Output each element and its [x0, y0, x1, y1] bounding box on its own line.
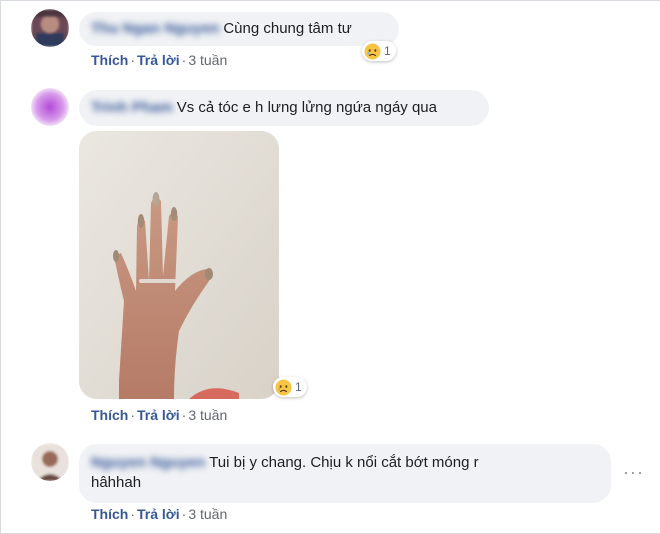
author-name[interactable]: Nguyen Nguyen [91, 453, 205, 473]
more-options-icon[interactable]: ··· [623, 462, 644, 483]
like-link[interactable]: Thích [91, 506, 128, 522]
comment-bubble: Thu Ngan Nguyen Cùng chung tâm tư [79, 12, 399, 46]
comment-bubble: Nguyen Nguyen Tui bị y chang. Chịu k nổi … [79, 444, 611, 503]
author-name[interactable]: Trinh Pham [91, 98, 173, 118]
like-link[interactable]: Thích [91, 407, 128, 423]
reply-link[interactable]: Trả lời [137, 506, 180, 522]
timestamp[interactable]: 3 tuần [188, 52, 227, 68]
timestamp[interactable]: 3 tuần [188, 407, 227, 423]
comment-text: Tui bị y chang. Chịu k nổi cắt bớt móng … [209, 454, 479, 471]
comment-bubble: Trinh Pham Vs cả tóc e h lưng lửng ngứa n… [79, 90, 489, 126]
reply-link[interactable]: Trả lời [137, 52, 180, 68]
reaction-badge[interactable]: 1 [273, 377, 307, 397]
avatar[interactable] [31, 88, 69, 126]
like-link[interactable]: Thích [91, 52, 128, 68]
comment-actions: Thích · Trả lời · 3 tuần [91, 407, 228, 423]
reaction-count: 1 [384, 44, 391, 58]
avatar[interactable] [31, 9, 69, 47]
comment-actions: Thích · Trả lời · 3 tuần [91, 506, 228, 522]
comment-text: Vs cả tóc e h lưng lửng ngứa ngáy qua [176, 99, 437, 116]
reaction-count: 1 [295, 380, 302, 394]
sad-reaction-icon [275, 378, 292, 396]
timestamp[interactable]: 3 tuần [188, 506, 227, 522]
author-name[interactable]: Thu Ngan Nguyen [91, 19, 219, 39]
comment-actions: Thích · Trả lời · 3 tuần [91, 52, 228, 68]
comment-text-continued: hâhhah [91, 474, 142, 491]
avatar[interactable] [31, 443, 69, 481]
reaction-badge[interactable]: 1 [362, 41, 396, 61]
sad-reaction-icon [364, 42, 381, 60]
comment-text: Cùng chung tâm tư [223, 20, 352, 37]
reply-link[interactable]: Trả lời [137, 407, 180, 423]
comment-photo[interactable] [79, 131, 279, 399]
